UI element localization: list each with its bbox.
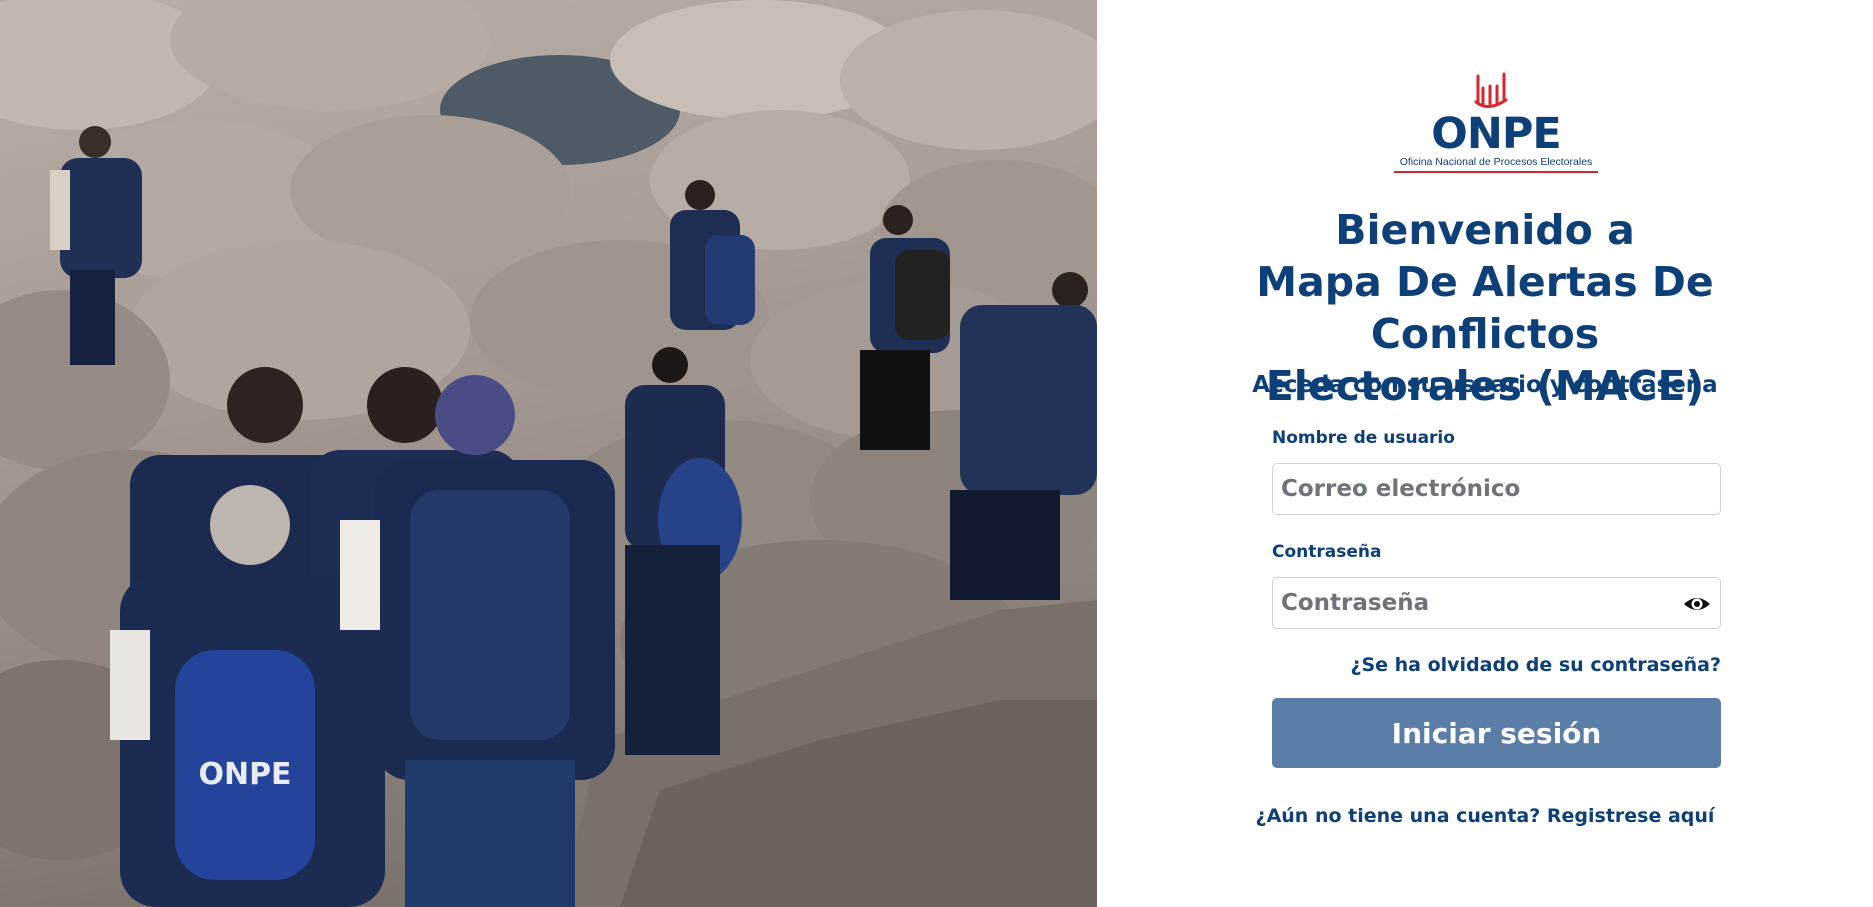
- username-label: Nombre de usuario: [1272, 428, 1455, 448]
- hero-photo: ONPE: [0, 0, 1097, 907]
- brand-underline: [1394, 171, 1598, 173]
- login-panel: ONPE Oficina Nacional de Procesos Electo…: [1097, 0, 1873, 907]
- hero-photo-illustration: ONPE: [0, 0, 1097, 907]
- register-question: ¿Aún no tiene una cuenta?: [1255, 805, 1547, 827]
- title-line-1: Bienvenido a: [1335, 206, 1635, 254]
- password-input[interactable]: [1273, 578, 1720, 628]
- username-field-wrapper: [1272, 463, 1721, 515]
- title-line-2: Mapa De Alertas De Conflictos: [1256, 258, 1714, 358]
- login-subtitle: Acceda con su usuario y contraseña: [1252, 372, 1718, 398]
- forgot-password-link[interactable]: ¿Se ha olvidado de su contraseña?: [1272, 654, 1721, 676]
- vest-onpe-text: ONPE: [198, 757, 291, 792]
- username-input[interactable]: [1273, 464, 1720, 514]
- eye-icon[interactable]: [1682, 590, 1712, 618]
- password-field-wrapper: [1272, 577, 1721, 629]
- register-link[interactable]: Registrese aquí: [1547, 805, 1715, 827]
- brand-name: ONPE: [1431, 109, 1561, 159]
- onpe-logo: ONPE Oficina Nacional de Procesos Electo…: [1390, 68, 1602, 176]
- register-prompt: ¿Aún no tiene una cuenta? Registrese aqu…: [1157, 805, 1813, 827]
- login-page: ONPE ONPE Oficina Nacional de Procesos E…: [0, 0, 1873, 907]
- brand-tagline: Oficina Nacional de Procesos Electorales: [1399, 156, 1593, 168]
- password-label: Contraseña: [1272, 542, 1382, 562]
- login-button[interactable]: Iniciar sesión: [1272, 698, 1721, 768]
